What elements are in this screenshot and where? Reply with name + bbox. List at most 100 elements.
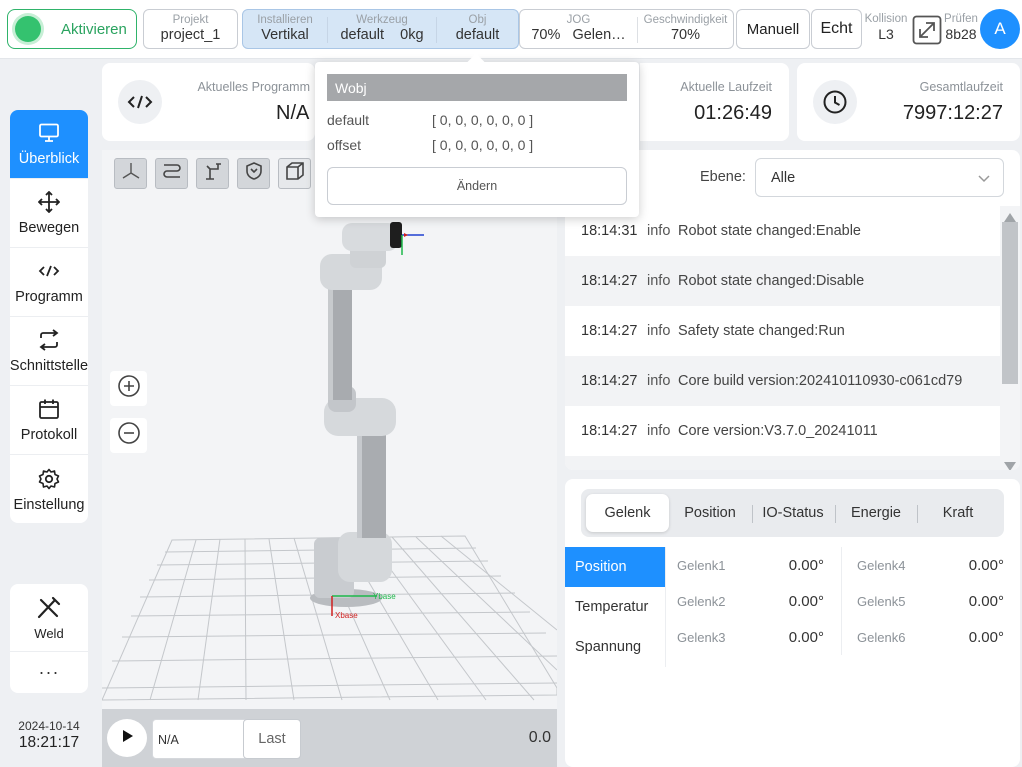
view-safety-button[interactable] [237,158,270,189]
change-button[interactable]: Ändern [327,167,627,205]
base-x-axis-label: Xbase [335,611,358,620]
log-entry[interactable]: 18:14:27 info Safety state changed:Run [565,306,1000,356]
weld-panel: Weld ··· [10,584,88,693]
level-label: Ebene: [700,169,746,185]
scroll-down-icon[interactable] [1004,458,1016,470]
tab-joint[interactable]: Gelenk [586,494,669,532]
jog-selector[interactable]: JOG 70% Gelen… [520,10,637,48]
jog-speed-group: JOG 70% Gelen… Geschwindigkeit 70% [519,9,734,49]
jog-caption: JOG [566,14,591,26]
tool-name: default [340,27,385,43]
log-level: info [647,323,671,339]
playback-bar: N/A Last 0.0 [102,709,557,767]
speed-selector[interactable]: Geschwindigkeit 70% [638,10,733,48]
log-time: 18:14:27 [581,373,638,389]
obj-value: default [455,27,500,43]
joint-angle: 0.00° [788,592,824,610]
view-axes-button[interactable] [114,158,147,189]
tool-value: default 0kg [328,27,436,44]
zoom-in-button[interactable] [110,371,147,406]
tab-energy[interactable]: Energie [835,494,917,532]
play-button[interactable] [107,719,147,757]
sidebar-item-interface[interactable]: Schnittstelle [10,317,88,386]
log-time: 18:14:27 [581,323,638,339]
activate-button[interactable]: Aktivieren [7,9,137,49]
status-dot-icon [15,16,41,42]
view-path-button[interactable] [155,158,188,189]
zoom-out-button[interactable] [110,418,147,453]
manual-mode-button[interactable]: Manuell [736,9,810,49]
log-entry[interactable]: 18:14:27 info Core build version:2024101… [565,356,1000,406]
log-time: 18:14:31 [581,223,638,239]
zoom-out-icon [117,421,141,450]
joint-angle: 0.00° [788,556,824,574]
log-level: info [647,223,671,239]
tab-position[interactable]: Position [669,494,751,532]
popup-row-label: default [327,112,370,128]
check-indicator[interactable]: Prüfen 8b28 [940,12,982,42]
popup-row-value: [ 0, 0, 0, 0, 0, 0 ] [432,112,534,128]
divider [841,547,842,655]
log-time: 18:14:27 [581,423,638,439]
program-caption: Aktuelles Programm [197,80,310,94]
joint-name: Gelenk3 [677,629,726,645]
side-item-voltage[interactable]: Spannung [565,627,665,667]
log-message: Safety state changed:Run [678,323,845,339]
view-box-button[interactable] [278,158,311,189]
sidebar-item-overview[interactable]: Überblick [10,110,88,179]
tool-selector[interactable]: Werkzeug default 0kg [328,10,436,48]
install-selector[interactable]: Installieren Vertikal [243,10,327,48]
tab-io-status[interactable]: IO-Status [752,494,834,532]
obj-selector[interactable]: Obj default [437,10,518,48]
sidebar-item-label: Einstellung [13,496,85,513]
popup-title: Wobj [327,74,627,101]
side-item-temperature[interactable]: Temperatur [565,587,665,627]
popup-row-offset: offset [ 0, 0, 0, 0, 0, 0 ] [327,137,533,153]
tool-caption: Werkzeug [356,14,408,26]
popup-row-value: [ 0, 0, 0, 0, 0, 0 ] [432,137,534,153]
popup-row-label: offset [327,137,361,153]
more-button[interactable]: ··· [10,652,88,692]
project-selector[interactable]: Projekt project_1 [143,9,238,49]
log-scrollbar[interactable] [1000,206,1020,470]
sidebar-item-settings[interactable]: Einstellung [10,455,88,523]
log-entry[interactable]: 18:14:27 info Core version:V3.7.0_202410… [565,406,1000,456]
program-selector[interactable]: N/A Last [152,719,301,759]
sidebar-item-move[interactable]: Bewegen [10,179,88,248]
real-mode-button[interactable]: Echt [811,9,862,49]
weld-button[interactable]: Weld [10,584,88,652]
weld-torch-icon [35,595,63,622]
sidebar-item-label: Protokoll [20,427,78,443]
view-robot-button[interactable] [196,158,229,189]
collision-caption: Kollision [864,13,908,25]
program-value: N/A [276,102,310,124]
avatar[interactable]: A [980,9,1020,49]
clock-date: 2024-10-14 [18,719,80,733]
collision-value: L3 [878,26,894,42]
fullscreen-icon[interactable] [912,15,942,50]
last-button[interactable]: Last [243,719,301,759]
swap-icon [38,328,60,352]
log-level: info [647,273,671,289]
level-select[interactable]: Alle [755,158,1004,197]
log-level: info [647,373,671,389]
activate-label: Aktivieren [61,20,127,38]
log-level: info [647,423,671,439]
jog-percent: 70% [531,27,561,43]
robot-3d-viewer[interactable]: Ybase Xbase N/A Last 0.0 [102,150,557,767]
top-bar: Aktivieren Projekt project_1 Installiere… [0,0,1022,59]
joint-name: Gelenk2 [677,593,726,609]
sidebar-item-program[interactable]: Programm [10,248,88,317]
side-item-position[interactable]: Position [565,547,665,587]
project-caption: Projekt [172,14,209,26]
log-entry[interactable]: 18:14:27 info Robot state changed:Disabl… [565,256,1000,306]
sidebar-item-log[interactable]: Protokoll [10,386,88,455]
check-caption: Prüfen [944,13,978,25]
runtime-caption: Aktuelle Laufzeit [680,80,772,94]
sidebar-item-label: Überblick [18,151,80,167]
joint-value-cell: Gelenk5 0.00° [857,583,1004,619]
scrollbar-thumb[interactable] [1002,222,1018,384]
collision-indicator[interactable]: Kollision L3 [863,12,909,42]
tab-force[interactable]: Kraft [917,494,999,532]
joint-side-menu: Position Temperatur Spannung [565,547,665,667]
